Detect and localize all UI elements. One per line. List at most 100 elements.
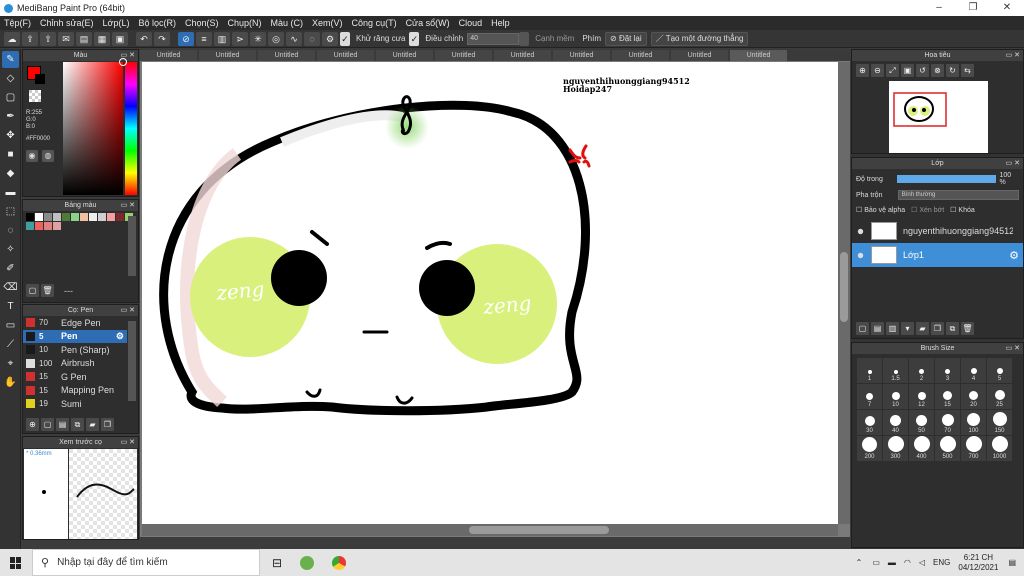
brush-size-cell[interactable]: 5 — [987, 358, 1012, 383]
horizontal-scroll-thumb[interactable] — [469, 526, 609, 534]
select-eraser-icon[interactable]: ⌫ — [2, 279, 19, 296]
menu-layer[interactable]: Lớp(L) — [103, 18, 130, 28]
eyedropper-icon[interactable]: ⌖ — [2, 355, 19, 372]
brush-size-cell[interactable]: 300 — [883, 436, 908, 461]
brush-item[interactable]: 5 Pen ⚙ — [23, 329, 127, 343]
snap-radial-icon[interactable]: ✳ — [250, 31, 266, 46]
palette-swatch[interactable] — [53, 222, 61, 230]
brush-size-cell[interactable]: 30 — [857, 410, 882, 435]
hue-slider[interactable] — [125, 62, 137, 195]
panel-close-icon[interactable]: ▭ ✕ — [121, 305, 135, 316]
snap-parallel-icon[interactable]: ≡ — [196, 31, 212, 46]
document-tab[interactable]: Untitled — [730, 50, 787, 61]
import-brush-icon[interactable]: ▤ — [56, 418, 69, 431]
palette-swatch[interactable] — [98, 213, 106, 221]
brush-item[interactable]: 10 Pen (Sharp) — [23, 343, 127, 357]
clock[interactable]: 6:21 CH 04/12/2021 — [958, 553, 998, 573]
document-tab[interactable]: Untitled — [317, 50, 374, 61]
rotate-right-icon[interactable]: ↻ — [946, 64, 959, 77]
redo-icon[interactable]: ↷ — [154, 31, 170, 46]
undo-icon[interactable]: ↶ — [136, 31, 152, 46]
brush-size-cell[interactable]: 10 — [883, 384, 908, 409]
copy-brush-icon[interactable]: ⧉ — [71, 418, 84, 431]
new-layer-icon[interactable]: ▢ — [856, 322, 869, 335]
document-tab[interactable]: Untitled — [199, 50, 256, 61]
brush-size-cell[interactable]: 20 — [961, 384, 986, 409]
lock-checkbox[interactable]: ☐ Khóa — [950, 206, 975, 214]
menu-cloud[interactable]: Cloud — [459, 18, 483, 28]
layer-menu-icon[interactable]: ▾ — [901, 322, 914, 335]
palette-swatch[interactable] — [116, 213, 124, 221]
fit-icon[interactable]: ⤢ — [886, 64, 899, 77]
brush-size-cell[interactable]: 25 — [987, 384, 1012, 409]
cloud-icon[interactable]: ☁ — [4, 31, 20, 46]
dot-tool-icon[interactable]: ▢ — [2, 89, 19, 106]
menu-edit[interactable]: Chỉnh sửa(E) — [40, 18, 94, 28]
panel-close-icon[interactable]: ▭ ✕ — [1006, 50, 1020, 61]
eraser-tool-icon[interactable]: ◇ — [2, 70, 19, 87]
straight-line-button[interactable]: ／ Tạo một đường thẳng — [650, 31, 749, 46]
adjust-checkbox[interactable]: ✓ — [409, 31, 420, 46]
brush-size-cell[interactable]: 500 — [935, 436, 960, 461]
brush-size-cell[interactable]: 50 — [909, 410, 934, 435]
palette-swatch[interactable] — [71, 213, 79, 221]
document-tab[interactable]: Untitled — [258, 50, 315, 61]
fill-tool-icon[interactable]: ◆ — [2, 165, 19, 182]
close-button[interactable]: ✕ — [990, 0, 1024, 16]
brush-size-cell[interactable]: 4 — [961, 358, 986, 383]
delete-layer-icon[interactable]: 🗑 — [961, 322, 974, 335]
merge-layer-icon[interactable]: ⧉ — [946, 322, 959, 335]
share-icon[interactable]: ⇧ — [40, 31, 56, 46]
duplicate-layer-icon[interactable]: ❐ — [931, 322, 944, 335]
snap-settings-icon[interactable]: ⚙ — [322, 31, 338, 46]
grid-icon[interactable]: ▦ — [94, 31, 110, 46]
minimize-button[interactable]: – — [922, 0, 956, 16]
palette-swatch[interactable] — [26, 213, 34, 221]
saturation-value-picker[interactable] — [63, 62, 123, 195]
brush-size-cell[interactable]: 70 — [935, 410, 960, 435]
snap-curve-icon[interactable]: ∿ — [286, 31, 302, 46]
gradient-tool-icon[interactable]: ▬ — [2, 184, 19, 201]
panel-close-icon[interactable]: ▭ ✕ — [1006, 158, 1020, 169]
palette-swatch[interactable] — [53, 213, 61, 221]
brush-item[interactable]: 70 Edge Pen — [23, 316, 127, 330]
pen-tool-icon[interactable]: ✒ — [2, 108, 19, 125]
brush-item[interactable]: 19 Sumi — [23, 397, 127, 411]
reset-view-icon[interactable]: ⊗ — [931, 64, 944, 77]
menu-tools[interactable]: Công cụ(T) — [352, 18, 397, 28]
panel-icon[interactable]: ▤ — [76, 31, 92, 46]
brush-size-cell[interactable]: 1 — [857, 358, 882, 383]
layer-folder-icon[interactable]: ▰ — [916, 322, 929, 335]
task-view-icon[interactable]: ⊟ — [272, 556, 282, 570]
palette-swatch[interactable] — [89, 213, 97, 221]
document-tab[interactable]: Untitled — [376, 50, 433, 61]
brush-tool-icon[interactable]: ✎ — [2, 51, 19, 68]
panel-close-icon[interactable]: ▭ ✕ — [121, 200, 135, 211]
snap-off-icon[interactable]: ⊘ — [178, 31, 194, 46]
document-tab[interactable]: Untitled — [612, 50, 669, 61]
flip-icon[interactable]: ⇆ — [961, 64, 974, 77]
protect-alpha-checkbox[interactable]: ☐ Bảo vệ alpha — [856, 206, 905, 214]
menu-snap[interactable]: Chụp(N) — [228, 18, 262, 28]
horizontal-scrollbar[interactable] — [142, 524, 838, 536]
medibang-taskbar-icon[interactable] — [300, 555, 315, 570]
rotate-left-icon[interactable]: ↺ — [916, 64, 929, 77]
layer-settings-icon[interactable]: ⚙ — [1009, 249, 1019, 262]
document-tab[interactable]: Untitled — [671, 50, 728, 61]
brush-size-cell[interactable]: 100 — [961, 410, 986, 435]
snap-cross-icon[interactable]: ▥ — [214, 31, 230, 46]
brush-size-cell[interactable]: 40 — [883, 410, 908, 435]
menu-filter[interactable]: Bộ lọc(R) — [138, 18, 176, 28]
brush-item[interactable]: 100 Airbrush — [23, 357, 127, 371]
shape-tool-icon[interactable]: ■ — [2, 146, 19, 163]
chat-icon[interactable]: ✉ — [58, 31, 74, 46]
maximize-button[interactable]: ❐ — [956, 0, 990, 16]
brush-size-cell[interactable]: 700 — [961, 436, 986, 461]
visibility-icon[interactable] — [857, 228, 864, 234]
menu-view[interactable]: Xem(V) — [312, 18, 343, 28]
network-icon[interactable]: ▭ — [872, 558, 880, 567]
document-tab[interactable]: Untitled — [494, 50, 551, 61]
palette-swatch[interactable] — [35, 222, 43, 230]
palette-swatch[interactable] — [62, 213, 70, 221]
snap-circle-icon[interactable]: ◎ — [268, 31, 284, 46]
